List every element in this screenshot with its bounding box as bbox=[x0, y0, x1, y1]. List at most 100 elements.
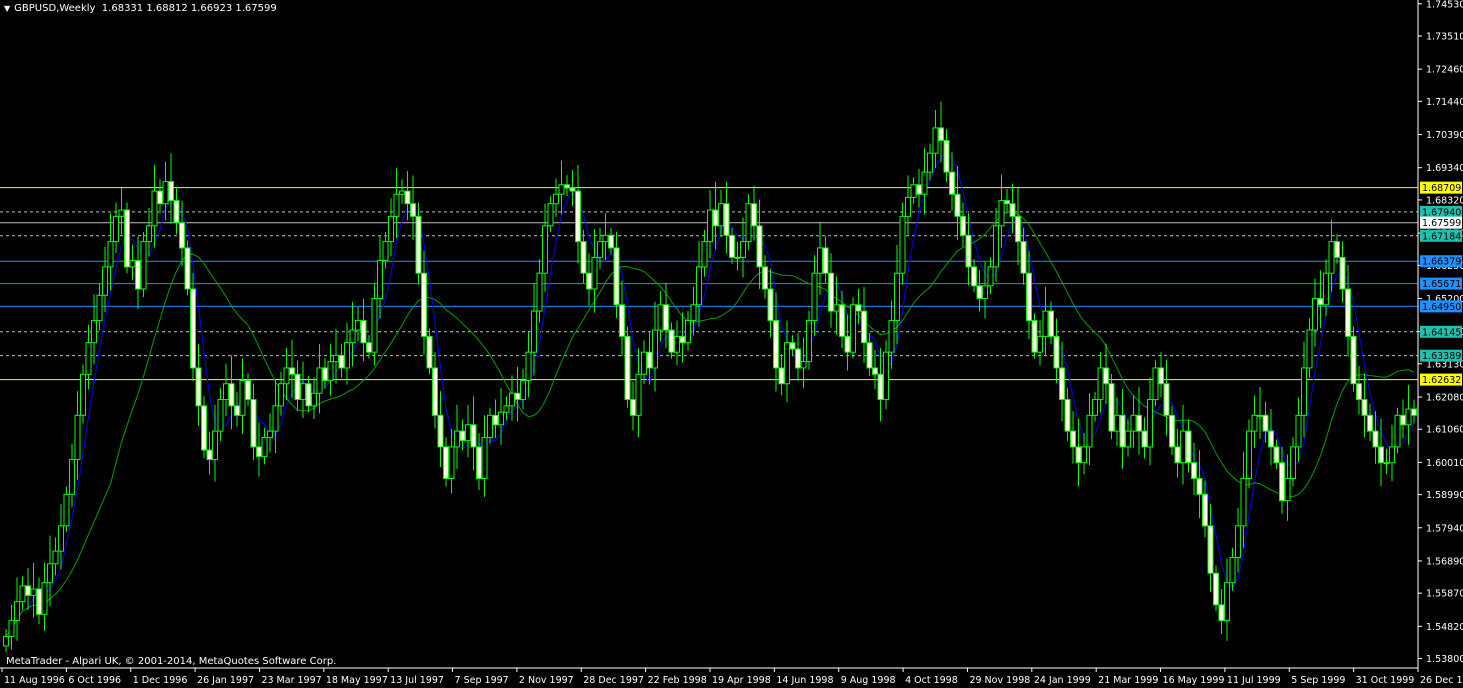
time-tick-label: 4 Oct 1998 bbox=[905, 675, 958, 686]
candle-body bbox=[509, 392, 515, 407]
candle-body bbox=[789, 342, 796, 350]
price-tick-label: 1.70390 bbox=[1426, 130, 1463, 141]
candle-body bbox=[388, 215, 394, 243]
time-axis: 11 Aug 1996 6 Oct 1996 1 Dec 1996 26 Jan 19… bbox=[0, 667, 1463, 686]
candle-body bbox=[608, 234, 614, 249]
candle-body bbox=[1059, 367, 1065, 401]
time-tick-label: 18 May 1997 bbox=[326, 675, 388, 686]
candle-body bbox=[305, 383, 312, 407]
candle-body bbox=[932, 127, 939, 154]
candle-body bbox=[498, 411, 504, 426]
candle-body bbox=[1048, 310, 1054, 337]
candle-body bbox=[311, 392, 317, 407]
candle-body bbox=[619, 304, 625, 337]
candle-body bbox=[1009, 203, 1016, 217]
candle-body bbox=[1147, 399, 1153, 448]
candle-body bbox=[58, 525, 64, 552]
price-tick-label: 1.71440 bbox=[1426, 97, 1463, 108]
candle-body bbox=[19, 585, 26, 603]
price-chart[interactable]: 1.74530 1.73510 1.72460 1.71440 1.70390 1.693… bbox=[0, 0, 1463, 688]
candle-body bbox=[437, 414, 444, 448]
candle-body bbox=[1394, 414, 1401, 448]
candle-body bbox=[1350, 335, 1357, 385]
candle-body bbox=[91, 320, 97, 344]
candle-body bbox=[1180, 430, 1186, 464]
candle-body bbox=[778, 367, 785, 385]
candle-body bbox=[602, 234, 609, 243]
candle-body bbox=[1158, 367, 1164, 385]
candle-body bbox=[300, 383, 306, 401]
candle-body bbox=[1235, 525, 1241, 558]
candle-body bbox=[140, 241, 147, 290]
chart-canvas[interactable]: 1.74530 1.73510 1.72460 1.71440 1.70390 1.693… bbox=[0, 0, 1463, 688]
candle-body bbox=[806, 320, 812, 363]
candle-body bbox=[234, 405, 240, 416]
candle-body bbox=[701, 241, 708, 268]
candle-body bbox=[41, 582, 48, 615]
candle-body bbox=[124, 209, 130, 268]
candle-body bbox=[1213, 572, 1219, 606]
candle-body bbox=[712, 209, 719, 227]
candle-body bbox=[729, 234, 735, 258]
candle-body bbox=[1174, 446, 1181, 464]
candle-body bbox=[151, 190, 158, 227]
candle-body bbox=[652, 329, 658, 369]
candle-body bbox=[454, 430, 460, 448]
candle-body bbox=[525, 351, 532, 382]
candle-body bbox=[223, 383, 229, 401]
candle-body bbox=[817, 247, 823, 274]
candle-body bbox=[613, 247, 620, 306]
candle-body bbox=[888, 320, 895, 353]
candle-body bbox=[1064, 399, 1071, 432]
candle-body bbox=[256, 446, 262, 457]
dropdown-arrow-icon[interactable]: ▼ bbox=[4, 4, 10, 13]
candle-body bbox=[393, 193, 400, 217]
candle-body bbox=[1130, 414, 1137, 432]
candle-body bbox=[1306, 329, 1313, 369]
candle-body bbox=[377, 260, 383, 299]
candle-body bbox=[1383, 462, 1390, 465]
candle-body bbox=[1169, 414, 1175, 448]
candle-body bbox=[250, 399, 257, 448]
candle-body bbox=[74, 414, 81, 461]
candle-body bbox=[492, 414, 499, 426]
price-tick-label: 1.60010 bbox=[1426, 458, 1463, 469]
candle-body bbox=[1224, 582, 1230, 622]
candle-body bbox=[239, 380, 246, 416]
candle-body bbox=[426, 335, 433, 369]
ma-slow-line bbox=[5, 211, 1415, 637]
candle-body bbox=[168, 181, 174, 202]
candle-body bbox=[547, 203, 554, 227]
symbol-title[interactable]: ▼ GBPUSD,Weekly 1.68331 1.68812 1.66923 1… bbox=[4, 3, 277, 14]
symbol-label: GBPUSD,Weekly bbox=[14, 3, 96, 14]
candle-body bbox=[1284, 477, 1291, 502]
candle-body bbox=[344, 342, 350, 369]
candle-body bbox=[14, 601, 20, 622]
candle-body bbox=[1004, 200, 1010, 205]
candle-body bbox=[459, 430, 466, 442]
candle-body bbox=[118, 209, 125, 217]
candle-body bbox=[355, 320, 361, 331]
candle-body bbox=[784, 342, 790, 385]
candle-body bbox=[938, 127, 944, 142]
copyright-text: MetaTrader - Alpari UK, © 2001-2014, Met… bbox=[6, 656, 337, 667]
candle-body bbox=[1125, 430, 1131, 448]
candle-body bbox=[102, 266, 108, 296]
candle-body bbox=[476, 446, 482, 479]
candle-body bbox=[267, 430, 273, 438]
candle-body bbox=[828, 272, 834, 312]
candle-body bbox=[1075, 446, 1082, 464]
time-tick-label: 22 Feb 1998 bbox=[648, 675, 707, 686]
candle-body bbox=[960, 215, 966, 236]
candle-body bbox=[734, 256, 741, 259]
candle-body bbox=[399, 190, 405, 195]
candle-body bbox=[448, 446, 455, 479]
candle-body bbox=[531, 310, 537, 353]
time-tick-label: 24 Jan 1999 bbox=[1034, 675, 1091, 686]
candles bbox=[3, 101, 1417, 653]
candle-body bbox=[520, 380, 526, 401]
candle-body bbox=[542, 225, 548, 274]
candle-body bbox=[800, 361, 807, 369]
candle-body bbox=[1339, 256, 1346, 290]
candle-body bbox=[679, 335, 686, 344]
